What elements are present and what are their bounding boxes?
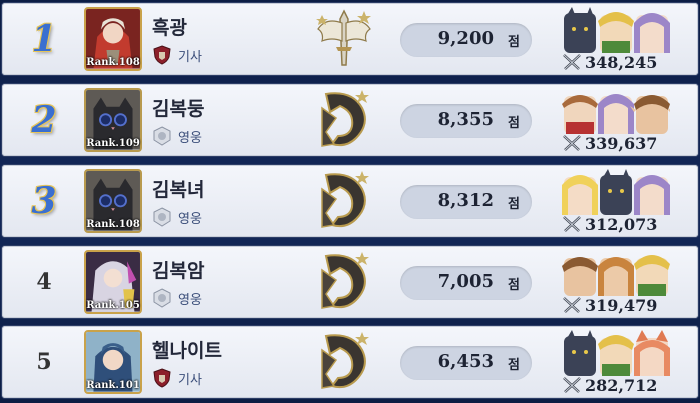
score-value: 9,200: [437, 28, 494, 49]
score-value: 6,453: [437, 351, 494, 372]
combat-power: 312,073: [562, 213, 657, 235]
player-name: 헬나이트: [152, 340, 222, 362]
crossed-swords-icon: [563, 377, 581, 393]
player-title: 영웅: [152, 288, 202, 308]
score-value: 7,005: [437, 271, 494, 292]
ranking-board: 1 Rank.108 흑광 기사 9,200 점 348,245 2 Rank.…: [0, 0, 700, 403]
knight-title-icon: [153, 45, 171, 65]
score-unit: 점: [508, 116, 520, 131]
player-title: 영웅: [152, 126, 202, 146]
player-title: 기사: [152, 45, 202, 65]
dragon-emblem-icon: [321, 90, 369, 147]
warrior-hero-icon: [562, 95, 598, 134]
dragon-emblem-icon: [321, 252, 369, 309]
crossed-swords-icon: [563, 54, 581, 70]
combat-power-value: 312,073: [585, 214, 658, 234]
dragon-emblem-icon: [321, 171, 369, 228]
crossed-swords-icon: [563, 216, 581, 232]
player-title: 기사: [152, 368, 202, 388]
combat-power-value: 282,712: [585, 375, 658, 395]
score-value: 8,312: [437, 190, 494, 211]
party-heroes: [562, 169, 670, 215]
ranger-hero-icon: [634, 255, 670, 296]
score-unit: 점: [508, 197, 520, 212]
winged-sword-emblem-icon: [316, 9, 371, 66]
player-name: 흑광: [152, 17, 187, 39]
hero-title-icon: [153, 126, 171, 146]
score-unit: 점: [508, 358, 520, 373]
hero-title-icon: [153, 207, 171, 227]
rank-number: 3: [31, 180, 57, 222]
combat-power: 339,637: [562, 132, 657, 154]
player-name: 김복둥: [152, 98, 205, 120]
player-level: Rank.105: [86, 300, 140, 311]
rank-number: 5: [36, 349, 52, 375]
score-pill: 8,355 점: [400, 104, 532, 138]
wolf-hero-icon: [564, 330, 596, 376]
mage-hero-icon: [598, 94, 634, 134]
crossed-swords-icon: [563, 135, 581, 151]
party-heroes: [564, 330, 670, 376]
party-heroes: [564, 7, 670, 53]
wolf-hero-icon: [600, 169, 632, 215]
score-pill: 6,453 점: [400, 346, 532, 380]
player-title: 영웅: [152, 207, 202, 227]
score-pill: 8,312 점: [400, 185, 532, 219]
ranking-row[interactable]: 3 Rank.108 김복녀 영웅 8,312 점 312,073: [2, 165, 698, 237]
player-level: Rank.108: [86, 57, 140, 68]
ranger-hero-icon: [598, 335, 634, 376]
rank-number: 4: [36, 269, 52, 295]
combat-power: 319,479: [562, 294, 657, 316]
mage-hero-icon: [634, 13, 670, 53]
ranking-row[interactable]: 5 Rank.101 헬나이트 기사 6,453 점 282,712: [2, 326, 698, 398]
score-pill: 9,200 점: [400, 23, 532, 57]
combat-power: 348,245: [562, 51, 657, 73]
hero-title-icon: [153, 288, 171, 308]
party-heroes: [562, 94, 670, 134]
dragon-emblem-icon: [321, 332, 369, 389]
player-name: 김복암: [152, 260, 205, 282]
rank-number: 1: [31, 18, 57, 60]
ranking-row[interactable]: 1 Rank.108 흑광 기사 9,200 점 348,245: [2, 3, 698, 75]
combat-power: 282,712: [562, 374, 657, 396]
score-pill: 7,005 점: [400, 266, 532, 300]
wolf-hero-icon: [564, 7, 596, 53]
combat-power-value: 319,479: [585, 295, 658, 315]
rank-number: 2: [31, 99, 57, 141]
score-value: 8,355: [437, 109, 494, 130]
priestess-hero-icon: [562, 175, 598, 215]
party-heroes: [562, 255, 670, 296]
knight-title-icon: [153, 368, 171, 388]
combat-power-value: 339,637: [585, 133, 658, 153]
elf-hero-icon: [598, 257, 634, 296]
ranking-row[interactable]: 2 Rank.109 김복둥 영웅 8,355 점 339,637: [2, 84, 698, 156]
player-name: 김복녀: [152, 179, 205, 201]
player-level: Rank.108: [86, 219, 140, 230]
combat-power-value: 348,245: [585, 52, 658, 72]
elf-hero-icon: [630, 95, 670, 134]
ranking-row[interactable]: 4 Rank.105 김복암 영웅 7,005 점 319,479: [2, 246, 698, 318]
ranger-hero-icon: [598, 12, 634, 53]
crossed-swords-icon: [563, 297, 581, 313]
player-level: Rank.109: [86, 138, 140, 149]
mage-hero-icon: [634, 175, 670, 215]
score-unit: 점: [508, 278, 520, 293]
elf-hero-icon: [562, 257, 598, 296]
score-unit: 점: [508, 35, 520, 50]
fox-hero-icon: [634, 330, 670, 376]
player-level: Rank.101: [86, 380, 140, 391]
